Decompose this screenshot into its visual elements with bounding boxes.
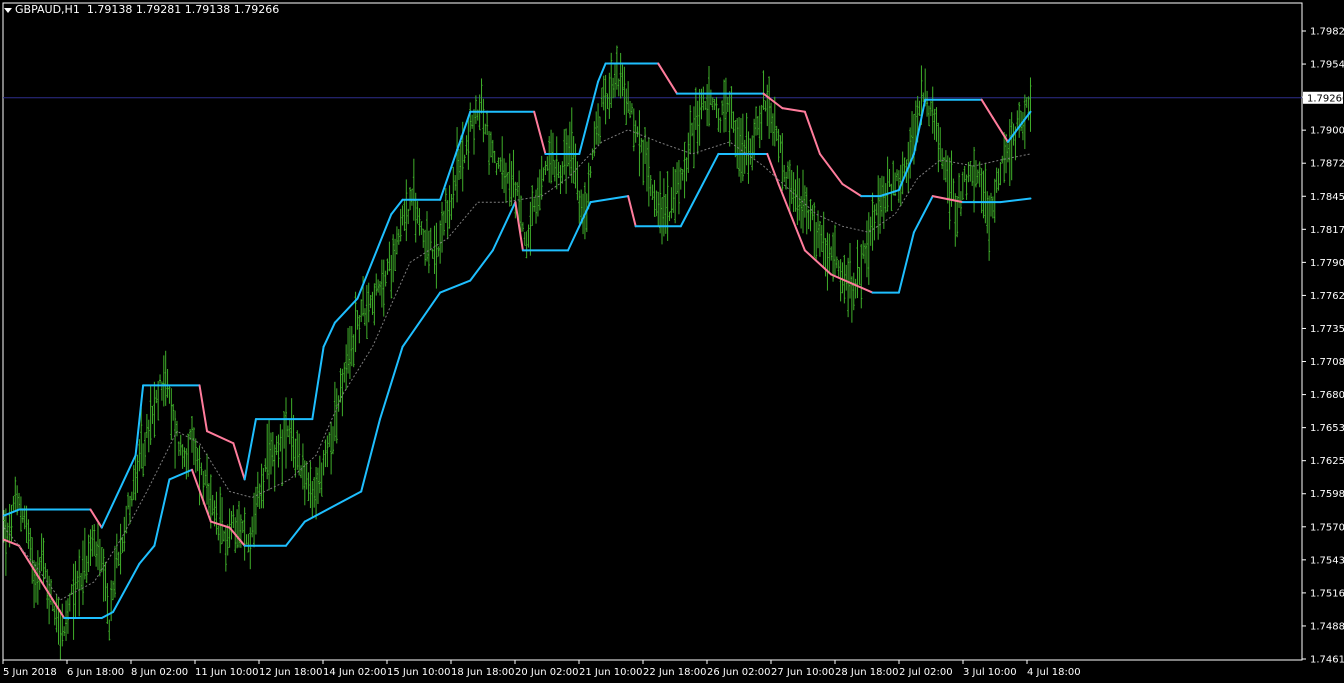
upper-band-line-segment — [206, 430, 235, 445]
y-tick-label: 1.78175 — [1310, 225, 1344, 236]
lower-band-line-segment — [897, 231, 915, 294]
lower-band-line-segment — [337, 490, 363, 505]
upper-band-line-segment — [198, 384, 209, 433]
lower-band-line-segment — [401, 291, 442, 348]
lower-band-line-segment — [138, 544, 156, 565]
y-tick-label: 1.75430 — [1310, 555, 1344, 566]
upper-band-line-segment — [980, 98, 994, 119]
y-tick-label: 1.78725 — [1310, 159, 1344, 170]
y-tick-label: 1.75160 — [1310, 588, 1344, 599]
lower-band-line-segment — [191, 468, 212, 523]
y-tick-label: 1.74885 — [1310, 621, 1344, 632]
upper-band-line-segment — [803, 110, 821, 155]
upper-band-line-segment — [100, 454, 137, 529]
upper-band-line-segment — [781, 107, 806, 113]
y-tick-label: 1.79820 — [1310, 27, 1344, 38]
x-tick-label: 4 Jul 18:00 — [1027, 667, 1081, 678]
upper-band-line-segment — [762, 92, 784, 110]
y-tick-label: 1.79545 — [1310, 60, 1344, 71]
upper-band-line-segment — [533, 110, 547, 155]
plot-frame — [2, 2, 1303, 661]
upper-band-line-segment — [991, 116, 1009, 143]
x-tick-label: 14 Jun 02:00 — [323, 667, 387, 678]
x-tick-label: 12 Jun 18:00 — [259, 667, 323, 678]
lower-band-line-segment — [303, 502, 340, 523]
y-tick-label: 1.78450 — [1310, 192, 1344, 203]
lower-band-line-segment — [766, 152, 780, 186]
lower-band-line-segment — [698, 152, 720, 192]
lower-band-line-segment — [679, 189, 701, 228]
lower-band-line-segment — [153, 478, 171, 547]
x-tick-label: 8 Jun 02:00 — [131, 667, 188, 678]
price-axis: 1.79820 1.79545 1.79000 1.78725 1.78450 1.781… — [1302, 27, 1344, 666]
y-tick-label: 1.75980 — [1310, 489, 1344, 500]
plot-area — [2, 2, 1303, 661]
x-tick-label: 22 Jun 18:00 — [643, 667, 707, 678]
x-tick-label: 27 Jun 10:00 — [771, 667, 835, 678]
upper-band-line-segment — [243, 418, 257, 481]
y-tick-label: 1.77900 — [1310, 258, 1344, 269]
lower-band-line-segment — [999, 197, 1032, 204]
y-tick-label: 1.77350 — [1310, 324, 1344, 335]
upper-band-line-segment — [89, 508, 103, 529]
x-tick-label: 6 Jun 18:00 — [67, 667, 124, 678]
x-tick-label: 18 Jun 18:00 — [451, 667, 515, 678]
lower-band-line-segment — [491, 201, 517, 252]
lower-band-line-segment — [360, 418, 381, 493]
upper-band-line-segment — [879, 189, 900, 198]
upper-band-line-segment — [333, 297, 359, 324]
lower-band-line-segment — [912, 195, 934, 234]
x-tick-label: 15 Jun 10:00 — [387, 667, 451, 678]
upper-band-line-segment — [322, 321, 336, 348]
lower-band-line-segment — [627, 195, 637, 228]
y-tick-label: 1.75705 — [1310, 522, 1344, 533]
x-tick-label: 20 Jun 02:00 — [515, 667, 579, 678]
lower-band-line-segment — [379, 345, 404, 421]
x-tick-label: 3 Jul 10:00 — [963, 667, 1017, 678]
upper-band-line-segment — [597, 62, 607, 83]
y-tick-label: 1.74610 — [1310, 655, 1344, 666]
x-tick-label: 11 Jun 10:00 — [195, 667, 259, 678]
upper-band-line-segment — [578, 80, 600, 155]
x-tick-label: 2 Jul 02:00 — [899, 667, 953, 678]
time-axis: 5 Jun 2018 6 Jun 18:00 8 Jun 02:00 11 Jun 1… — [2, 660, 1081, 678]
y-tick-label: 1.77625 — [1310, 291, 1344, 302]
upper-band-line-segment — [232, 442, 246, 481]
lower-band-line-segment — [112, 562, 141, 613]
y-tick-label: 1.79000 — [1310, 126, 1344, 137]
ohlc-bars — [3, 45, 1032, 660]
x-tick-label: 5 Jun 2018 — [3, 667, 57, 678]
lower-band-line-segment — [439, 279, 472, 294]
y-tick-label: 1.77080 — [1310, 357, 1344, 368]
upper-band-line-segment — [657, 62, 679, 95]
lower-band-line-segment — [285, 520, 306, 547]
upper-band-line — [3, 62, 1032, 529]
y-tick-label: 1.76255 — [1310, 456, 1344, 467]
current-price-marker: 1.79266 — [1303, 91, 1344, 104]
current-price-label: 1.79266 — [1307, 93, 1344, 104]
x-tick-label: 28 Jun 18:00 — [835, 667, 899, 678]
upper-band-line-segment — [841, 183, 863, 198]
y-tick-label: 1.76805 — [1310, 390, 1344, 401]
upper-band-line-segment — [818, 152, 844, 186]
x-tick-label: 26 Jun 02:00 — [707, 667, 771, 678]
price-chart[interactable]: 1.79820 1.79545 1.79000 1.78725 1.78450 1.781… — [0, 0, 1344, 683]
lower-band-line-segment — [469, 249, 494, 282]
lower-band-line-segment — [589, 195, 630, 204]
upper-band-line-segment — [311, 345, 325, 421]
x-tick-label: 21 Jun 10:00 — [579, 667, 643, 678]
y-tick-label: 1.76530 — [1310, 423, 1344, 434]
